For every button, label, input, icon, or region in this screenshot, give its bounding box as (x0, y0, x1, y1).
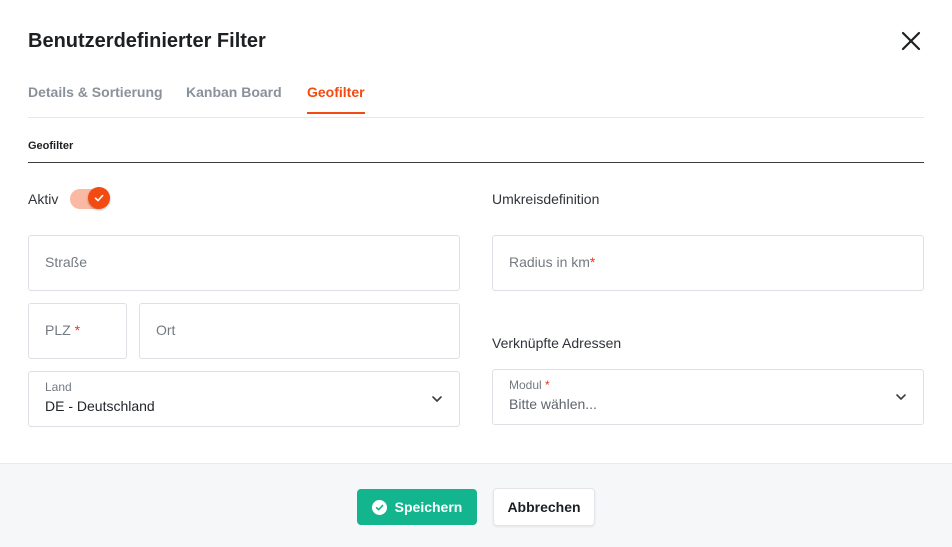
chevron-down-icon (896, 394, 906, 400)
required-marker: * (589, 254, 596, 270)
modul-value: Bitte wählen... (509, 396, 597, 412)
toggle-knob (88, 187, 110, 209)
cancel-button-label: Abbrechen (507, 499, 581, 515)
radius-placeholder: Radius in km* (509, 254, 595, 270)
aktiv-label: Aktiv (28, 191, 59, 207)
land-value: DE - Deutschland (45, 398, 155, 414)
plz-placeholder: PLZ * (45, 322, 80, 338)
tab-kanban-board[interactable]: Kanban Board (186, 84, 282, 100)
save-button-label: Speichern (394, 499, 463, 515)
umkreisdefinition-heading: Umkreisdefinition (492, 191, 600, 207)
plz-placeholder-text: PLZ (45, 322, 71, 338)
check-circle-icon (371, 499, 387, 515)
check-icon (94, 194, 104, 202)
modul-select[interactable]: Modul * Bitte wählen... (492, 369, 924, 425)
street-input[interactable]: Straße (28, 235, 460, 291)
street-placeholder: Straße (45, 254, 88, 270)
cancel-button[interactable]: Abbrechen (493, 488, 595, 526)
dialog-title: Benutzerdefinierter Filter (28, 30, 266, 52)
land-select[interactable]: Land DE - Deutschland (28, 371, 460, 427)
section-title: Geofilter (28, 140, 74, 152)
close-icon[interactable] (900, 30, 922, 52)
modul-label: Modul * (509, 378, 550, 392)
required-marker: * (545, 378, 550, 392)
land-label: Land (45, 380, 72, 394)
tab-bar: Details & Sortierung Kanban Board Geofil… (28, 80, 924, 118)
tab-details-sortierung[interactable]: Details & Sortierung (28, 84, 163, 100)
modul-label-text: Modul (509, 378, 542, 392)
save-button[interactable]: Speichern (357, 489, 477, 525)
chevron-down-icon (432, 396, 442, 402)
ort-placeholder: Ort (156, 322, 176, 338)
required-marker: * (74, 322, 81, 338)
ort-input[interactable]: Ort (139, 303, 460, 359)
plz-input[interactable]: PLZ * (28, 303, 127, 359)
radius-input[interactable]: Radius in km* (492, 235, 924, 291)
radius-placeholder-text: Radius in km (509, 254, 590, 270)
section-divider (28, 162, 924, 163)
aktiv-toggle[interactable] (70, 187, 110, 211)
verknuepfte-adressen-heading: Verknüpfte Adressen (492, 335, 622, 351)
tab-geofilter[interactable]: Geofilter (307, 84, 365, 114)
